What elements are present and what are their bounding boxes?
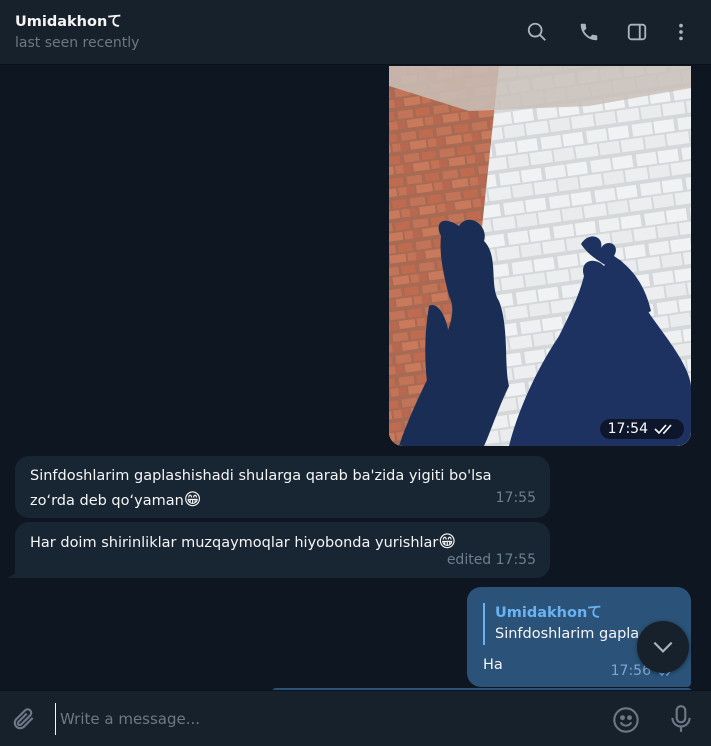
message-input[interactable] — [55, 703, 595, 735]
grin-emoji: 😁 — [183, 490, 202, 510]
message-text-line1: Har doim shirinliklar muzqaymoqlar hiyob… — [30, 535, 439, 551]
message-text: Sinfdoshlarim gaplashishadi shularga qar… — [30, 464, 536, 513]
sidebar-toggle-icon[interactable] — [625, 20, 649, 44]
scroll-to-bottom-button[interactable] — [637, 621, 689, 673]
photo-message[interactable]: 17:54 — [389, 66, 691, 446]
incoming-message[interactable]: Sinfdoshlarim gaplashishadi shularga qar… — [15, 456, 550, 518]
chevron-down-icon — [653, 641, 673, 653]
incoming-message[interactable]: Har doim shirinliklar muzqaymoqlar hiyob… — [15, 522, 550, 578]
bubble-tail — [6, 568, 20, 578]
more-options-icon[interactable] — [669, 20, 693, 44]
chat-status: last seen recently — [15, 35, 140, 51]
double-check-icon — [654, 424, 672, 435]
photo-image — [389, 66, 691, 446]
search-icon[interactable] — [525, 20, 549, 44]
photo-time-text: 17:54 — [607, 421, 648, 437]
message-edited-time: edited 17:55 — [446, 552, 536, 568]
chat-header: Umidakhonて last seen recently — [0, 0, 711, 65]
reply-author: Umidakhonて — [495, 605, 602, 621]
phone-icon[interactable] — [577, 20, 601, 44]
photo-timestamp: 17:54 — [599, 419, 684, 439]
message-text-line2: zo‘rda deb qo‘yaman — [30, 493, 184, 509]
chat-title[interactable]: Umidakhonて — [15, 10, 122, 31]
microphone-icon[interactable] — [668, 704, 694, 734]
attach-icon[interactable] — [11, 706, 37, 732]
emoji-icon[interactable] — [612, 706, 640, 734]
message-time: 17:55 — [495, 490, 536, 506]
message-text-line1: Sinfdoshlarim gaplashishadi shularga qar… — [30, 468, 492, 484]
message-composer — [0, 690, 711, 746]
message-list[interactable]: 17:54 Sinfdoshlarim gaplashishadi shular… — [0, 66, 711, 690]
